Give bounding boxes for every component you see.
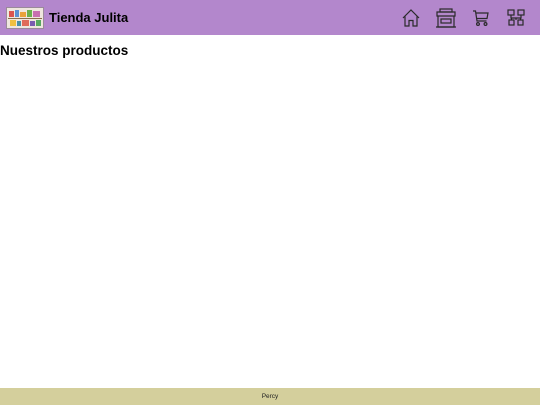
main-nav <box>400 0 540 35</box>
nav-home[interactable] <box>400 7 422 29</box>
cart-icon <box>473 9 489 26</box>
nav-network[interactable] <box>505 7 527 29</box>
store-logo <box>6 6 44 29</box>
brand-link[interactable]: Tienda Julita <box>6 6 129 29</box>
main-content: Nuestros productos <box>0 43 128 58</box>
page: Tienda Julita Nuestros productos Percy <box>0 0 540 405</box>
top-bar: Tienda Julita <box>0 0 540 35</box>
home-icon <box>402 8 420 27</box>
nav-store[interactable] <box>435 7 457 29</box>
nav-cart[interactable] <box>470 7 492 29</box>
footer-credit: Percy <box>261 393 279 400</box>
network-icon <box>507 8 525 26</box>
footer: Percy <box>0 388 540 405</box>
page-title: Nuestros productos <box>0 43 129 58</box>
brand-name: Tienda Julita <box>49 10 129 25</box>
store-icon <box>436 7 456 28</box>
